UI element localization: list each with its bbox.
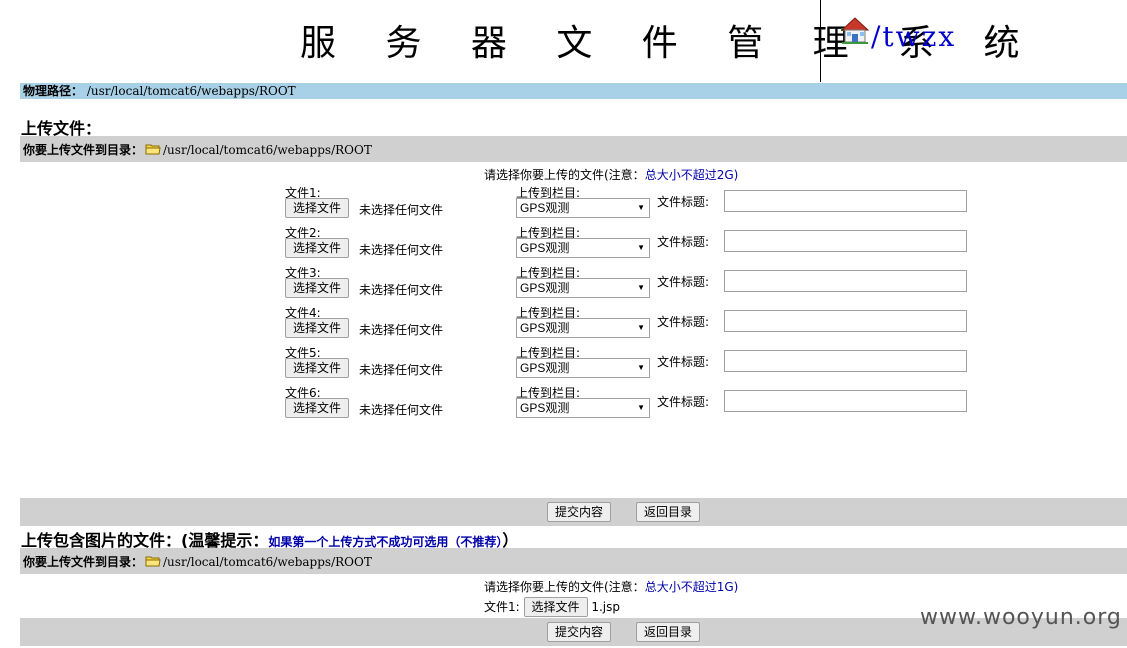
dropdown-arrow-icon: ▼ xyxy=(637,363,645,372)
image-upload-chosen-file: 1.jsp xyxy=(591,600,621,614)
watermark: www.wooyun.org xyxy=(920,605,1122,630)
upload-notice-suffix: ) xyxy=(733,168,739,182)
choose-file-button[interactable]: 选择文件 xyxy=(285,398,350,418)
title-label: 文件标题: xyxy=(657,195,710,209)
image-upload-choose-file-button[interactable]: 选择文件 xyxy=(523,597,588,617)
image-upload-back-button[interactable]: 返回目录 xyxy=(636,622,701,642)
upload-submit-bar: 提交内容 返回目录 xyxy=(20,498,1127,526)
title-input[interactable] xyxy=(724,190,967,212)
title-label: 文件标题: xyxy=(657,315,710,329)
column-select[interactable]: GPS观测 ▼ xyxy=(516,238,650,258)
title-input[interactable] xyxy=(724,350,967,372)
upload-notice: 请选择你要上传的文件(注意：总大小不超过2G) xyxy=(484,166,738,183)
title-input[interactable] xyxy=(724,270,967,292)
column-select[interactable]: GPS观测 ▼ xyxy=(516,398,650,418)
dropdown-arrow-icon: ▼ xyxy=(637,323,645,332)
house-icon[interactable] xyxy=(840,16,870,46)
image-upload-target-path: /usr/local/tomcat6/webapps/ROOT xyxy=(163,555,372,569)
column-select[interactable]: GPS观测 ▼ xyxy=(516,278,650,298)
no-file-chosen-text: 未选择任何文件 xyxy=(359,283,444,297)
image-upload-file-row: 文件1: 选择文件 1.jsp xyxy=(484,597,620,617)
home-link[interactable]: /twzx xyxy=(871,20,956,53)
folder-icon xyxy=(145,144,161,155)
image-upload-notice: 请选择你要上传的文件(注意：总大小不超过1G) xyxy=(484,578,738,595)
physical-path-bar: 物理路径： /usr/local/tomcat6/webapps/ROOT xyxy=(20,83,1127,99)
submit-button[interactable]: 提交内容 xyxy=(547,502,612,522)
header-divider xyxy=(820,0,821,82)
physical-path-value: /usr/local/tomcat6/webapps/ROOT xyxy=(86,84,296,98)
choose-file-button[interactable]: 选择文件 xyxy=(285,198,350,218)
upload-row: 文件1: 选择文件 未选择任何文件 上传到栏目: GPS观测 ▼ 文件标题: xyxy=(285,184,985,224)
title-label: 文件标题: xyxy=(657,235,710,249)
folder-icon xyxy=(145,556,161,567)
column-select-value: GPS观测 xyxy=(520,281,570,295)
image-upload-notice-prefix: 请选择你要上传的文件(注意： xyxy=(484,580,645,594)
column-select[interactable]: GPS观测 ▼ xyxy=(516,318,650,338)
image-upload-submit-button[interactable]: 提交内容 xyxy=(547,622,612,642)
title-input[interactable] xyxy=(724,230,967,252)
back-button[interactable]: 返回目录 xyxy=(636,502,701,522)
column-select-value: GPS观测 xyxy=(520,201,570,215)
title-input[interactable] xyxy=(724,310,967,332)
column-select-value: GPS观测 xyxy=(520,321,570,335)
upload-row: 文件6: 选择文件 未选择任何文件 上传到栏目: GPS观测 ▼ 文件标题: xyxy=(285,384,985,424)
dropdown-arrow-icon: ▼ xyxy=(637,403,645,412)
image-upload-notice-limit: 总大小不超过1G xyxy=(644,580,734,594)
upload-target-label: 你要上传文件到目录： xyxy=(23,143,144,157)
title-label: 文件标题: xyxy=(657,355,710,369)
column-select[interactable]: GPS观测 ▼ xyxy=(516,358,650,378)
column-select[interactable]: GPS观测 ▼ xyxy=(516,198,650,218)
upload-target-path: /usr/local/tomcat6/webapps/ROOT xyxy=(163,143,372,157)
upload-notice-prefix: 请选择你要上传的文件(注意： xyxy=(484,168,645,182)
image-upload-file-label: 文件1: xyxy=(484,600,520,614)
no-file-chosen-text: 未选择任何文件 xyxy=(359,203,444,217)
choose-file-button[interactable]: 选择文件 xyxy=(285,358,350,378)
image-upload-notice-suffix: ) xyxy=(733,580,739,594)
upload-row: 文件2: 选择文件 未选择任何文件 上传到栏目: GPS观测 ▼ 文件标题: xyxy=(285,224,985,264)
dropdown-arrow-icon: ▼ xyxy=(637,283,645,292)
title-input[interactable] xyxy=(724,390,967,412)
title-label: 文件标题: xyxy=(657,395,710,409)
column-select-value: GPS观测 xyxy=(520,361,570,375)
no-file-chosen-text: 未选择任何文件 xyxy=(359,403,444,417)
image-upload-target-label: 你要上传文件到目录： xyxy=(23,555,144,569)
title-label: 文件标题: xyxy=(657,275,710,289)
no-file-chosen-text: 未选择任何文件 xyxy=(359,323,444,337)
upload-row: 文件4: 选择文件 未选择任何文件 上传到栏目: GPS观测 ▼ 文件标题: xyxy=(285,304,985,344)
column-select-value: GPS观测 xyxy=(520,241,570,255)
no-file-chosen-text: 未选择任何文件 xyxy=(359,363,444,377)
no-file-chosen-text: 未选择任何文件 xyxy=(359,243,444,257)
choose-file-button[interactable]: 选择文件 xyxy=(285,278,350,298)
choose-file-button[interactable]: 选择文件 xyxy=(285,318,350,338)
physical-path-label: 物理路径： xyxy=(23,84,84,98)
upload-target-bar: 你要上传文件到目录： /usr/local/tomcat6/webapps/ROO… xyxy=(20,136,1127,162)
dropdown-arrow-icon: ▼ xyxy=(637,243,645,252)
image-upload-target-bar: 你要上传文件到目录： /usr/local/tomcat6/webapps/ROO… xyxy=(20,548,1127,574)
dropdown-arrow-icon: ▼ xyxy=(637,203,645,212)
upload-notice-limit: 总大小不超过2G xyxy=(644,168,734,182)
upload-row: 文件5: 选择文件 未选择任何文件 上传到栏目: GPS观测 ▼ 文件标题: xyxy=(285,344,985,384)
choose-file-button[interactable]: 选择文件 xyxy=(285,238,350,258)
column-select-value: GPS观测 xyxy=(520,401,570,415)
image-upload-tip: 如果第一个上传方式不成功可选用（不推荐） xyxy=(268,535,503,549)
upload-row: 文件3: 选择文件 未选择任何文件 上传到栏目: GPS观测 ▼ 文件标题: xyxy=(285,264,985,304)
